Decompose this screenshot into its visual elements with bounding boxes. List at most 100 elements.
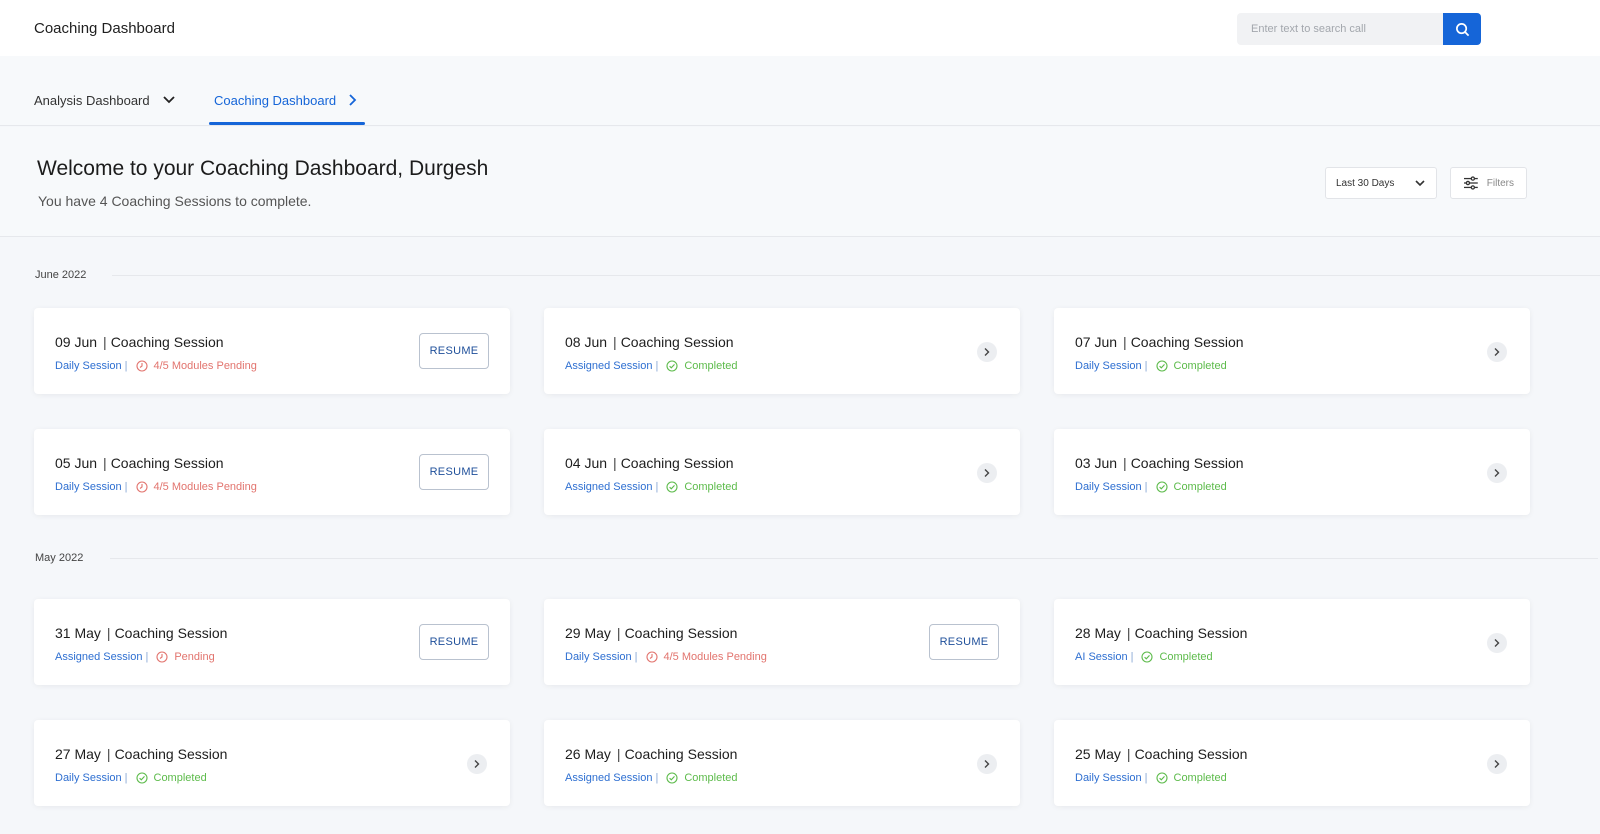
session-date: 07 Jun [1075,334,1118,350]
resume-button[interactable]: RESUME [419,624,489,660]
status-text: Completed [684,481,738,493]
session-name: Coaching Session [1134,625,1248,641]
session-card[interactable]: 04 Jun | Coaching Session Assigned Session |… [544,429,1020,515]
session-date: 27 May [55,746,101,762]
resume-button[interactable]: RESUME [419,333,489,369]
session-meta: Daily Session | Completed [55,772,207,784]
session-meta: Daily Session | 4/5 Modules Pending [55,360,257,372]
check-circle-icon [666,360,678,372]
session-card[interactable]: 29 May | Coaching Session Daily Session | 4/5… [544,599,1020,685]
session-name: Coaching Session [620,455,734,471]
session-name: Coaching Session [620,334,734,350]
session-meta: Daily Session | Completed [1075,481,1227,493]
open-session-button[interactable] [467,754,487,774]
date-range-select[interactable]: Last 30 Days [1325,167,1437,199]
session-date: 25 May [1075,746,1121,762]
session-type: Assigned Session [565,360,653,372]
status-text: Completed [153,772,207,784]
open-session-button[interactable] [977,463,997,483]
chevron-right-icon [349,94,357,106]
title-separator: | [613,455,617,471]
session-name: Coaching Session [110,334,224,350]
search-button[interactable] [1443,13,1481,45]
meta-separator: | [1144,772,1148,784]
session-title: 28 May | Coaching Session [1075,625,1247,641]
title-separator: | [616,746,621,762]
filter-sliders-icon [1463,176,1478,190]
session-date: 03 Jun [1075,455,1118,471]
session-card[interactable]: 09 Jun | Coaching Session Daily Session | 4/5… [34,308,510,394]
open-session-button[interactable] [977,342,997,362]
search-input[interactable] [1237,13,1443,45]
session-card[interactable]: 03 Jun | Coaching Session Daily Session | Com… [1054,429,1530,515]
meta-separator: | [1144,360,1148,372]
month-divider [112,275,1600,276]
session-card[interactable]: 08 Jun | Coaching Session Assigned Session |… [544,308,1020,394]
session-card[interactable]: 07 Jun | Coaching Session Daily Session | Com… [1054,308,1530,394]
month-label: June 2022 [35,269,87,281]
check-circle-icon [135,772,148,784]
session-name: Coaching Session [624,625,738,641]
session-type: Daily Session [55,481,122,493]
check-circle-icon [666,481,678,493]
session-type: Assigned Session [565,481,653,493]
filters-button[interactable]: Filters [1450,167,1527,199]
session-card[interactable]: 26 May | Coaching Session Assigned Session |… [544,720,1020,806]
session-meta: AI Session | Completed [1075,651,1213,663]
meta-separator: | [634,651,638,663]
title-separator: | [1126,625,1131,641]
session-date: 08 Jun [565,334,608,350]
session-card[interactable]: 27 May | Coaching Session Daily Session | Com… [34,720,510,806]
status-text: Completed [1173,481,1227,493]
session-card[interactable]: 05 Jun | Coaching Session Daily Session | 4/5… [34,429,510,515]
tab-coaching-dashboard[interactable]: Coaching Dashboard [214,89,358,111]
open-session-button[interactable] [1487,342,1507,362]
status-text: 4/5 Modules Pending [663,651,767,663]
month-label: May 2022 [35,552,84,564]
open-session-button[interactable] [1487,633,1507,653]
filters-label: Filters [1486,177,1514,189]
session-meta: Daily Session | Completed [1075,360,1227,372]
meta-separator: | [124,360,128,372]
session-date: 29 May [565,625,611,641]
meta-separator: | [1130,651,1134,663]
session-status: Completed [666,481,738,493]
tab-analysis-dashboard[interactable]: Analysis Dashboard [34,89,176,111]
status-text: Completed [1173,360,1227,372]
session-type: Assigned Session [55,651,143,663]
session-date: 28 May [1075,625,1121,641]
open-session-button[interactable] [977,754,997,774]
session-card[interactable]: 25 May | Coaching Session Daily Session | Com… [1054,720,1530,806]
session-type: AI Session [1075,651,1128,663]
title-separator: | [1123,455,1127,471]
title-separator: | [103,334,107,350]
open-session-button[interactable] [1487,463,1507,483]
session-card[interactable]: 28 May | Coaching Session AI Session | Comple… [1054,599,1530,685]
session-type: Daily Session [1075,772,1142,784]
session-card[interactable]: 31 May | Coaching Session Assigned Session |… [34,599,510,685]
resume-button[interactable]: RESUME [929,624,999,660]
session-title: 09 Jun | Coaching Session [55,334,224,350]
tab-bar: Analysis Dashboard Coaching Dashboard [0,56,1600,126]
resume-button[interactable]: RESUME [419,454,489,490]
session-type: Daily Session [55,772,122,784]
session-name: Coaching Session [1134,746,1248,762]
clock-alert-icon [156,651,168,663]
session-status: 4/5 Modules Pending [645,651,767,663]
check-circle-icon [1141,651,1154,663]
meta-separator: | [124,772,128,784]
clock-alert-icon [135,360,148,372]
session-name: Coaching Session [624,746,738,762]
session-status: Completed [1155,772,1227,784]
title-separator: | [103,455,107,471]
chevron-down-icon [162,96,175,104]
session-date: 31 May [55,625,101,641]
session-meta: Assigned Session | Pending [55,651,215,663]
date-range-value: Last 30 Days [1336,177,1395,189]
session-status: Completed [1155,481,1227,493]
chevron-right-icon [1494,348,1500,356]
welcome-section: Welcome to your Coaching Dashboard, Durg… [0,127,1600,237]
tab-label: Coaching Dashboard [214,92,337,108]
session-title: 05 Jun | Coaching Session [55,455,224,471]
open-session-button[interactable] [1487,754,1507,774]
